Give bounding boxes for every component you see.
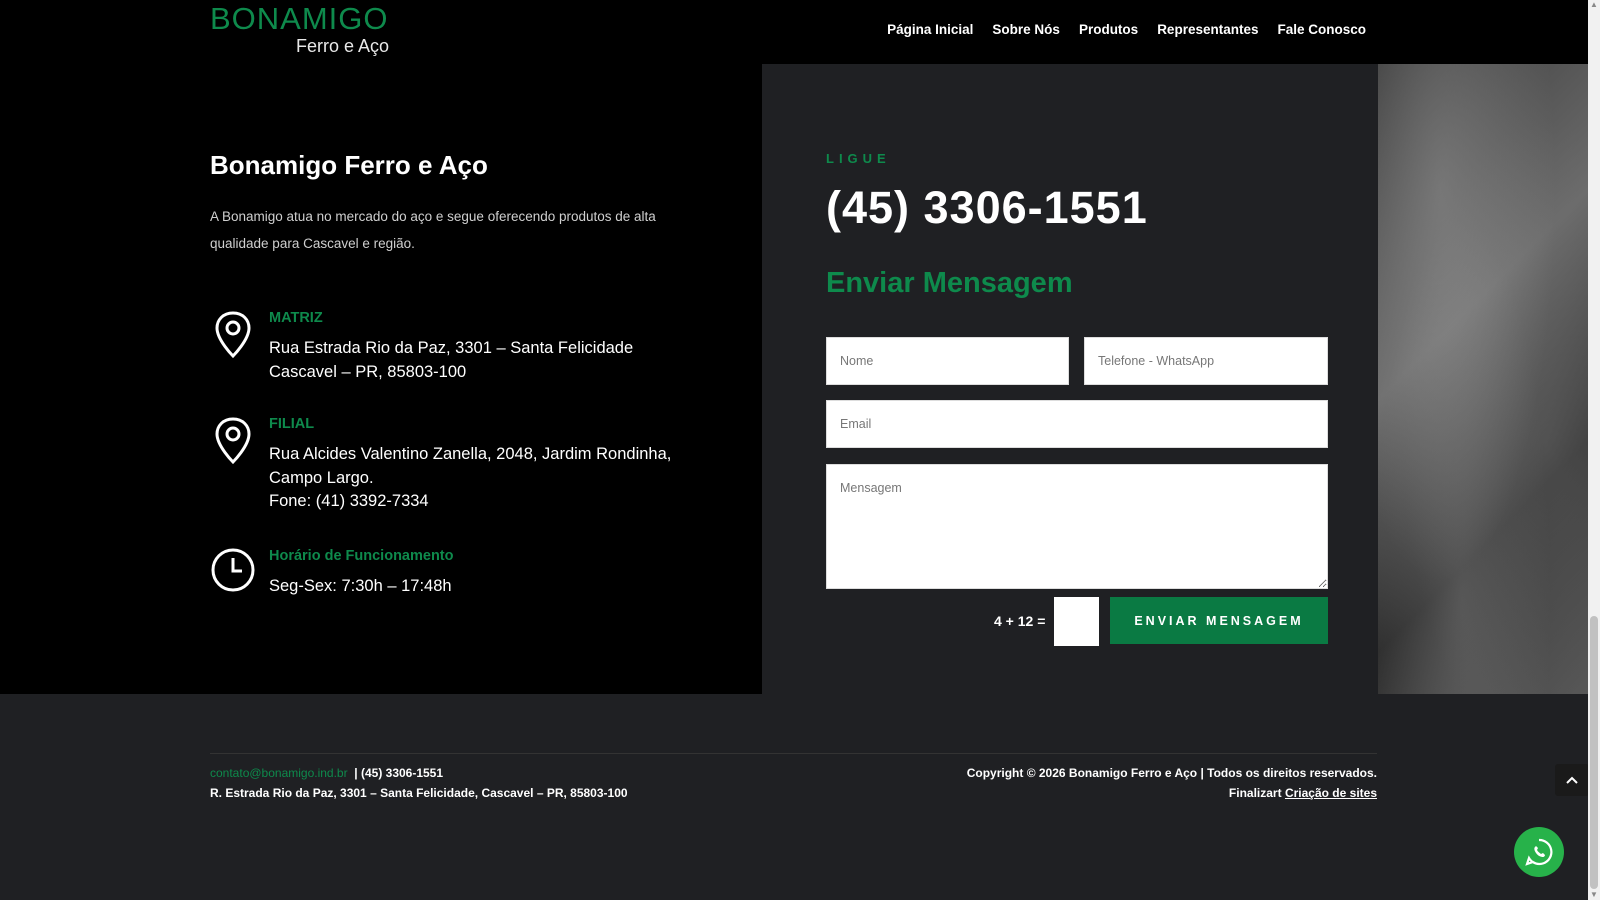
chevron-up-icon [1566, 776, 1578, 784]
footer-copyright: Copyright © 2026 Bonamigo Ferro e Aço | … [966, 766, 1377, 780]
location-matriz: MATRIZ Rua Estrada Rio da Paz, 3301 – Sa… [210, 310, 710, 390]
name-input[interactable] [826, 337, 1069, 385]
footer-credit: Finalizart Criação de sites [1229, 786, 1377, 800]
opening-hours: Horário de Funcionamento Seg-Sex: 7:30h … [210, 548, 710, 608]
stone-texture [1378, 64, 1588, 694]
site-footer: contato@bonamigo.ind.br | (45) 3306-1551… [0, 694, 1588, 900]
location-filial: FILIAL Rua Alcides Valentino Zanella, 20… [210, 416, 710, 516]
email-input[interactable] [826, 400, 1328, 448]
hours-text: Seg-Sex: 7:30h – 17:48h [269, 577, 452, 595]
message-textarea[interactable] [826, 464, 1328, 589]
main-nav: Página Inicial Sobre Nós Produtos Repres… [887, 22, 1366, 37]
footer-email-link[interactable]: contato@bonamigo.ind.br [210, 766, 348, 780]
address-line: Rua Estrada Rio da Paz, 3301 – Santa Fel… [269, 339, 634, 357]
nav-home[interactable]: Página Inicial [887, 22, 973, 37]
scroll-thumb[interactable] [1590, 616, 1598, 889]
footer-address: R. Estrada Rio da Paz, 3301 – Santa Feli… [210, 786, 628, 800]
location-address: Rua Alcides Valentino Zanella, 2048, Jar… [269, 443, 709, 514]
credit-prefix: Finalizart [1228, 786, 1282, 800]
nav-contact[interactable]: Fale Conosco [1277, 22, 1366, 37]
form-title: Enviar Mensagem [826, 267, 1073, 299]
site-header: BONAMIGO Ferro e Aço Página Inicial Sobr… [0, 0, 1588, 64]
nav-about[interactable]: Sobre Nós [992, 22, 1060, 37]
map-pin-icon [215, 417, 251, 465]
address-line: Campo Largo. [269, 468, 374, 487]
page-scrollbar[interactable]: ▲ ▼ [1588, 0, 1600, 900]
credit-link[interactable]: Criação de sites [1285, 786, 1377, 800]
location-label: MATRIZ [269, 310, 323, 326]
send-message-button[interactable]: ENVIAR MENSAGEM [1110, 597, 1328, 644]
call-label: LIGUE [826, 151, 891, 166]
scroll-up-arrow-icon[interactable]: ▲ [1589, 0, 1599, 10]
nav-representatives[interactable]: Representantes [1157, 22, 1258, 37]
logo-sub-text: Ferro e Aço [296, 36, 390, 56]
whatsapp-icon [1525, 838, 1553, 866]
scroll-to-top-button[interactable] [1555, 764, 1589, 796]
clock-icon [211, 548, 255, 592]
logo[interactable]: BONAMIGO Ferro e Aço [210, 1, 390, 57]
logo-main-text: BONAMIGO [210, 1, 389, 36]
captcha-question: 4 + 12 = [994, 613, 1046, 629]
scroll-down-arrow-icon[interactable]: ▼ [1589, 890, 1599, 900]
map-pin-icon [215, 311, 251, 359]
address-line: Cascavel – PR, 85803-100 [269, 362, 467, 381]
phone-number[interactable]: (45) 3306-1551 [826, 182, 1148, 234]
address-line: Fone: (41) 3392-7334 [269, 492, 429, 510]
footer-divider [210, 753, 1377, 754]
address-line: Rua Alcides Valentino Zanella, 2048, Jar… [269, 445, 672, 463]
footer-phone: | (45) 3306-1551 [354, 766, 444, 780]
hours-label: Horário de Funcionamento [269, 548, 454, 564]
whatsapp-button[interactable] [1514, 827, 1564, 877]
captcha-input[interactable] [1054, 597, 1099, 646]
location-address: Rua Estrada Rio da Paz, 3301 – Santa Fel… [269, 337, 709, 384]
footer-contact: contato@bonamigo.ind.br | (45) 3306-1551 [210, 766, 443, 780]
phone-input[interactable] [1084, 337, 1328, 385]
location-label: FILIAL [269, 416, 315, 432]
nav-products[interactable]: Produtos [1079, 22, 1138, 37]
company-description: A Bonamigo atua no mercado do aço e segu… [210, 209, 656, 251]
company-title: Bonamigo Ferro e Aço [210, 150, 488, 180]
